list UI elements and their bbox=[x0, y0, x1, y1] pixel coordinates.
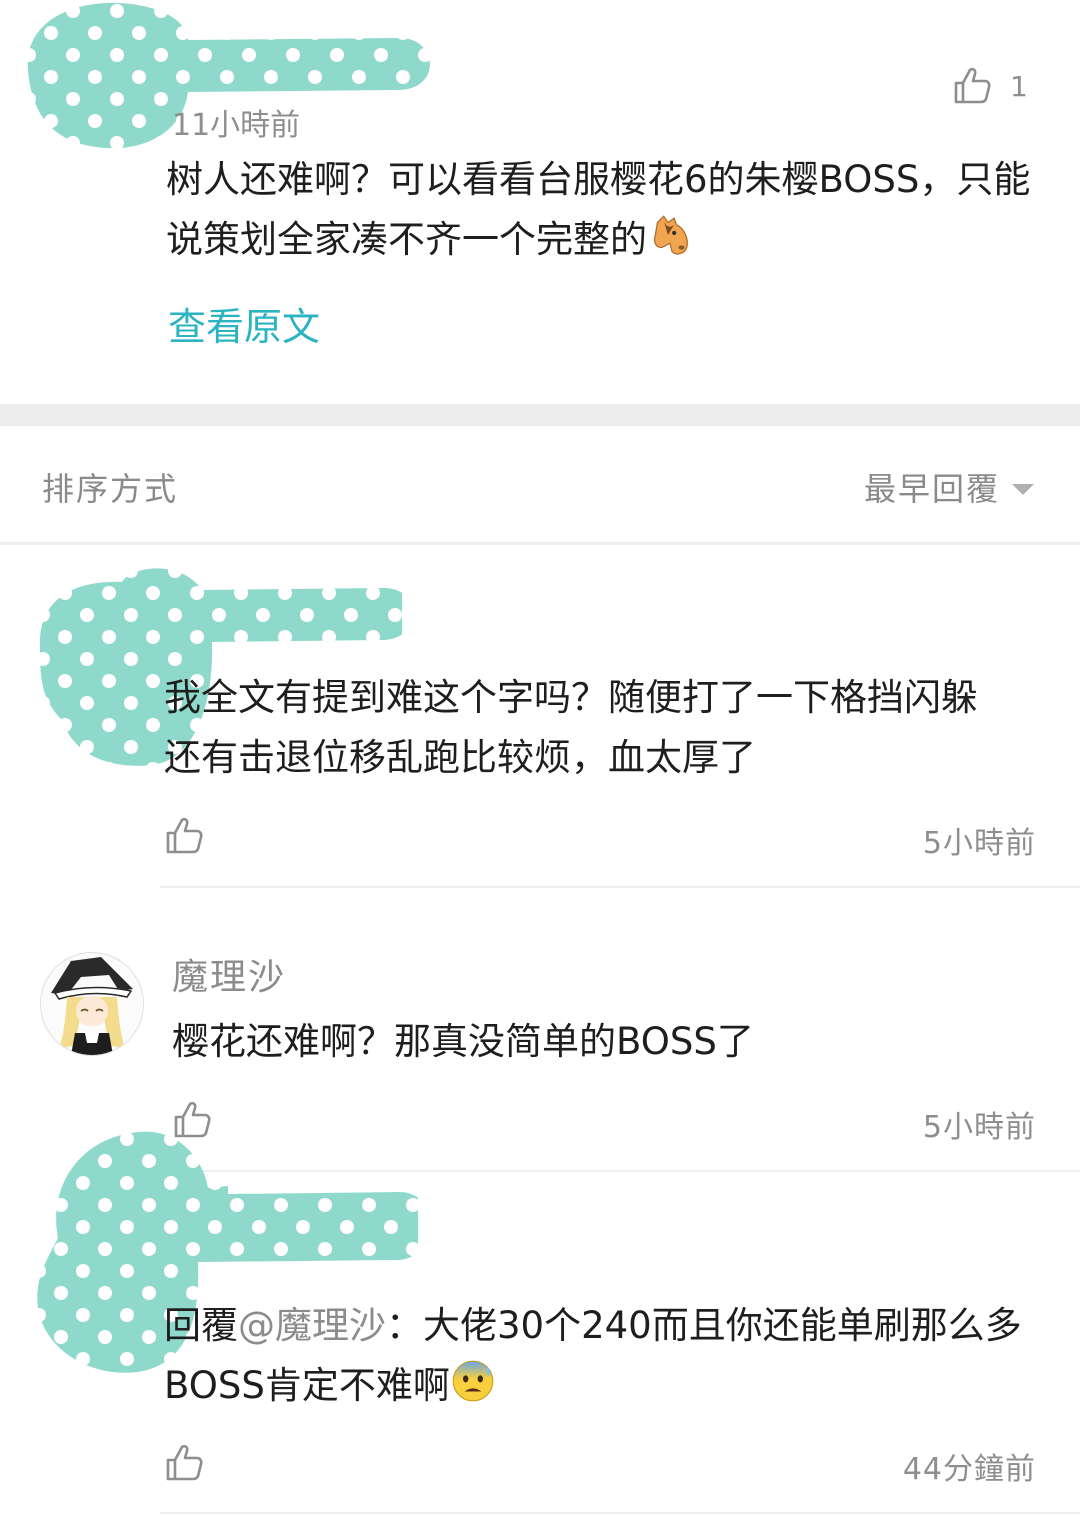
horse-face-icon bbox=[653, 215, 688, 255]
sort-bar: 排序方式 最早回覆 bbox=[0, 426, 1080, 545]
reply-divider bbox=[160, 886, 1080, 888]
reply-prefix: 回覆 bbox=[164, 1304, 238, 1347]
like-button[interactable] bbox=[164, 1443, 204, 1487]
reply-body: 我全文有提到难这个字吗？随便打了一下格挡闪躲 还有击退位移乱跑比较烦，血太厚了 bbox=[164, 668, 1044, 788]
comment-text-line: 树人还难啊？可以看看台服樱花6的朱樱BOSS，只能 bbox=[166, 158, 1031, 201]
reply-timestamp: 5小時前 bbox=[922, 826, 1036, 861]
reply-timestamp: 5小時前 bbox=[922, 1110, 1036, 1145]
sort-selected-value: 最早回覆 bbox=[863, 470, 1000, 508]
reply-text-line: 还有击退位移乱跑比较烦，血太厚了 bbox=[164, 736, 756, 779]
reply-text-line: 回覆@魔理沙：大佬30个240而且你还能单刷那么多 bbox=[164, 1304, 1022, 1347]
reply-text-line: 我全文有提到难这个字吗？随便打了一下格挡闪躲 bbox=[164, 676, 978, 719]
avatar-image bbox=[41, 953, 143, 1055]
comment-text-line: 说策划全家凑不齐一个完整的 bbox=[166, 210, 1046, 270]
comment-timestamp: 11小時前 bbox=[172, 108, 301, 143]
anxious-face-with-sweat-icon bbox=[452, 1360, 494, 1402]
reply-body: 樱花还难啊？那真没简单的BOSS了 bbox=[172, 1020, 754, 1063]
like-count: 1 bbox=[1010, 69, 1028, 103]
thumbs-up-icon bbox=[954, 67, 991, 104]
reply-timestamp: 44分鐘前 bbox=[902, 1452, 1036, 1487]
reply-divider bbox=[160, 1512, 1080, 1514]
caret-down-icon bbox=[1012, 483, 1034, 495]
username[interactable]: 魔理沙 bbox=[172, 948, 286, 1000]
comment-body: 树人还难啊？可以看看台服樱花6的朱樱BOSS，只能 说策划全家凑不齐一个完整的 bbox=[166, 150, 1046, 270]
view-original-link[interactable]: 查看原文 bbox=[168, 296, 320, 351]
thumbs-up-icon bbox=[166, 817, 203, 854]
sort-order-dropdown[interactable]: 最早回覆 bbox=[864, 464, 1034, 510]
section-separator bbox=[0, 404, 1080, 426]
like-button[interactable] bbox=[164, 816, 204, 860]
sort-label: 排序方式 bbox=[42, 470, 179, 508]
reply-body: 回覆@魔理沙：大佬30个240而且你还能单刷那么多 BOSS肯定不难啊 bbox=[164, 1296, 1044, 1416]
comment-thread-page: 11小時前 1 树人还难啊？可以看看台服樱花6的朱樱BOSS，只能 说策划全家凑… bbox=[0, 0, 1080, 1516]
reply-text-line: BOSS肯定不难啊 bbox=[164, 1356, 1044, 1416]
thumbs-up-icon bbox=[166, 1444, 203, 1481]
like-button[interactable]: 1 bbox=[952, 66, 1028, 106]
mention-link[interactable]: @魔理沙 bbox=[238, 1304, 386, 1347]
avatar[interactable] bbox=[40, 952, 144, 1056]
